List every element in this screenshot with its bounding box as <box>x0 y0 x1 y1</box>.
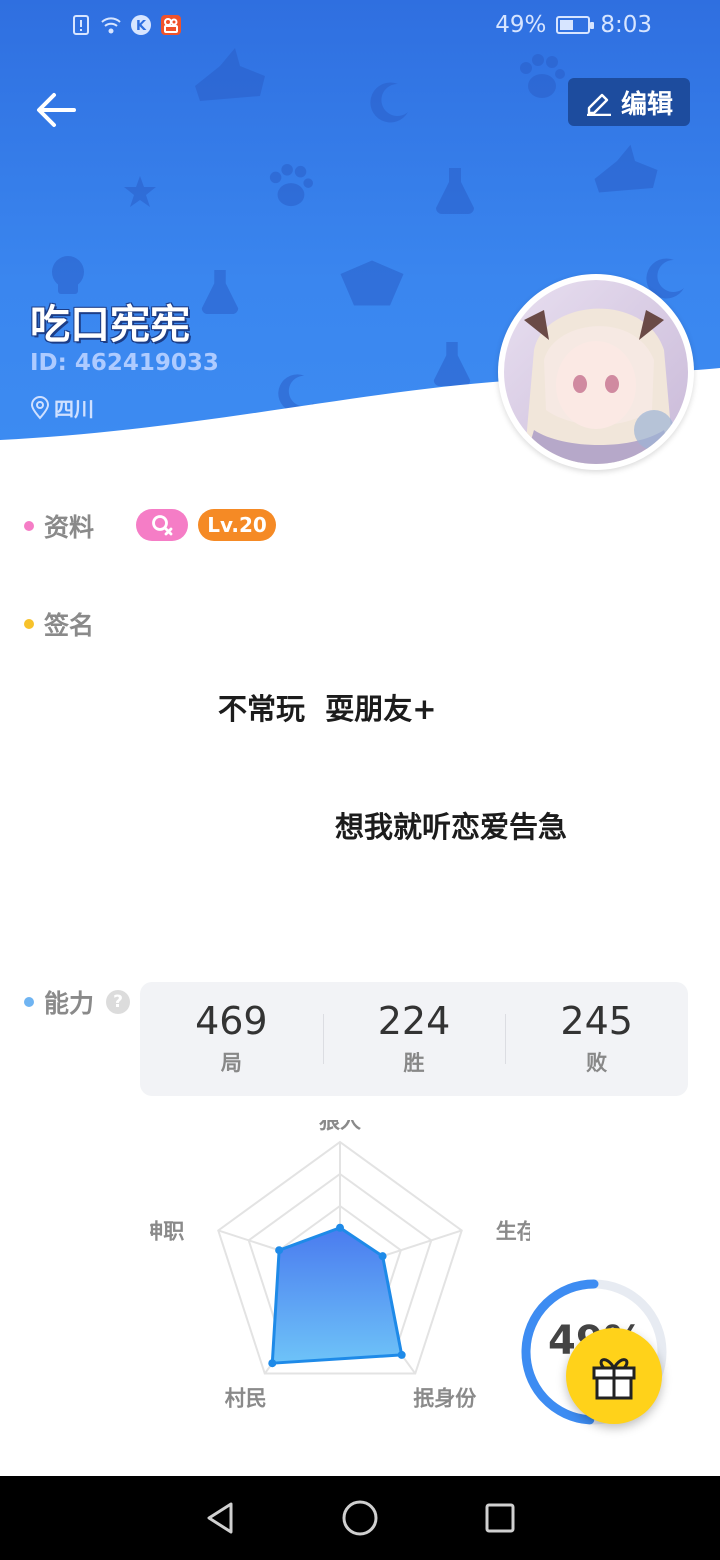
stat-value: 224 <box>377 999 451 1044</box>
radar-axis-label: 狼人 <box>319 1120 361 1133</box>
stat-label: 败 <box>586 1050 608 1075</box>
clock: 8:03 <box>600 12 652 38</box>
signature-line-2: 想我就听恋爱告急 <box>335 810 568 844</box>
blue-dot <box>24 997 34 1007</box>
status-right: 49% 8:03 <box>495 12 652 38</box>
female-icon <box>152 515 173 536</box>
avatar[interactable] <box>498 274 694 470</box>
yellow-dot <box>24 619 34 629</box>
signature-section-label: 签名 <box>24 606 94 642</box>
gender-badge <box>136 509 188 541</box>
map-pin-icon <box>30 395 50 420</box>
edit-label: 编辑 <box>620 89 673 120</box>
ability-label-text: 能力 <box>44 989 95 1018</box>
nav-recents-button[interactable] <box>476 1494 524 1542</box>
radar-value-area <box>270 1226 404 1365</box>
stat-games: 469 局 <box>140 982 323 1096</box>
battery-percent: 49% <box>495 12 547 38</box>
home-circle-icon <box>342 1500 378 1536</box>
battery-fill <box>560 20 574 30</box>
gift-icon <box>592 1358 636 1400</box>
stat-label: 局 <box>220 1050 242 1075</box>
stat-value: 245 <box>560 999 633 1044</box>
edit-profile-button[interactable]: 编辑 <box>568 78 690 126</box>
status-bar: K 49% 8:03 <box>0 0 720 56</box>
stats-box: 469 局 224 胜 245 败 <box>140 982 688 1096</box>
nickname: 吃口宪宪 <box>30 302 190 348</box>
status-icons: K <box>70 14 182 36</box>
pink-dot <box>24 521 34 531</box>
signature-label-text: 签名 <box>44 611 95 640</box>
location-text: 四川 <box>54 397 94 421</box>
question-icon[interactable]: ? <box>106 990 131 1014</box>
stat-value: 469 <box>195 999 268 1044</box>
profile-label-text: 资料 <box>44 513 95 542</box>
arrow-left-icon <box>37 93 76 127</box>
wifi-icon <box>101 17 121 34</box>
radar-axis-label: 神职 <box>150 1219 184 1243</box>
radar-axis-label: 抿身份 <box>413 1387 477 1411</box>
radar-axis-label: 村民 <box>225 1387 267 1411</box>
user-id: ID: 462419033 <box>30 350 219 376</box>
avatar-image <box>504 280 688 464</box>
ability-section-label: 能力 ? <box>24 984 131 1020</box>
stat-label: 胜 <box>403 1050 425 1075</box>
svg-text:K: K <box>136 19 147 34</box>
k-app-icon: K <box>131 15 151 35</box>
profile-section-label: 资料 <box>24 508 94 544</box>
stat-losses: 245 败 <box>505 982 688 1096</box>
nav-home-button[interactable] <box>336 1494 384 1542</box>
location: 四川 <box>30 393 94 422</box>
radar-point <box>268 1359 277 1368</box>
radar-point <box>336 1223 344 1232</box>
system-nav-bar <box>0 1476 720 1560</box>
battery-icon <box>556 16 595 34</box>
sim-alert-icon <box>73 15 89 35</box>
pencil-icon <box>586 93 611 116</box>
back-triangle-icon <box>207 1502 233 1534</box>
back-button[interactable] <box>30 84 82 136</box>
signature-line-1: 不常玩 耍朋友+ <box>218 692 437 726</box>
kuaishou-icon <box>161 15 181 35</box>
radar-point <box>275 1246 284 1255</box>
radar-point <box>397 1350 406 1359</box>
level-badge: Lv.20 <box>198 509 276 541</box>
ability-radar-chart: 狼人生存抿身份 村民 神职 <box>150 1120 530 1411</box>
gift-button[interactable] <box>566 1328 662 1424</box>
radar-axis-label: 生存 <box>496 1219 530 1243</box>
nav-back-button[interactable] <box>196 1494 244 1542</box>
stat-wins: 224 胜 <box>322 982 506 1096</box>
radar-point <box>378 1252 387 1261</box>
recents-square-icon <box>485 1503 515 1533</box>
